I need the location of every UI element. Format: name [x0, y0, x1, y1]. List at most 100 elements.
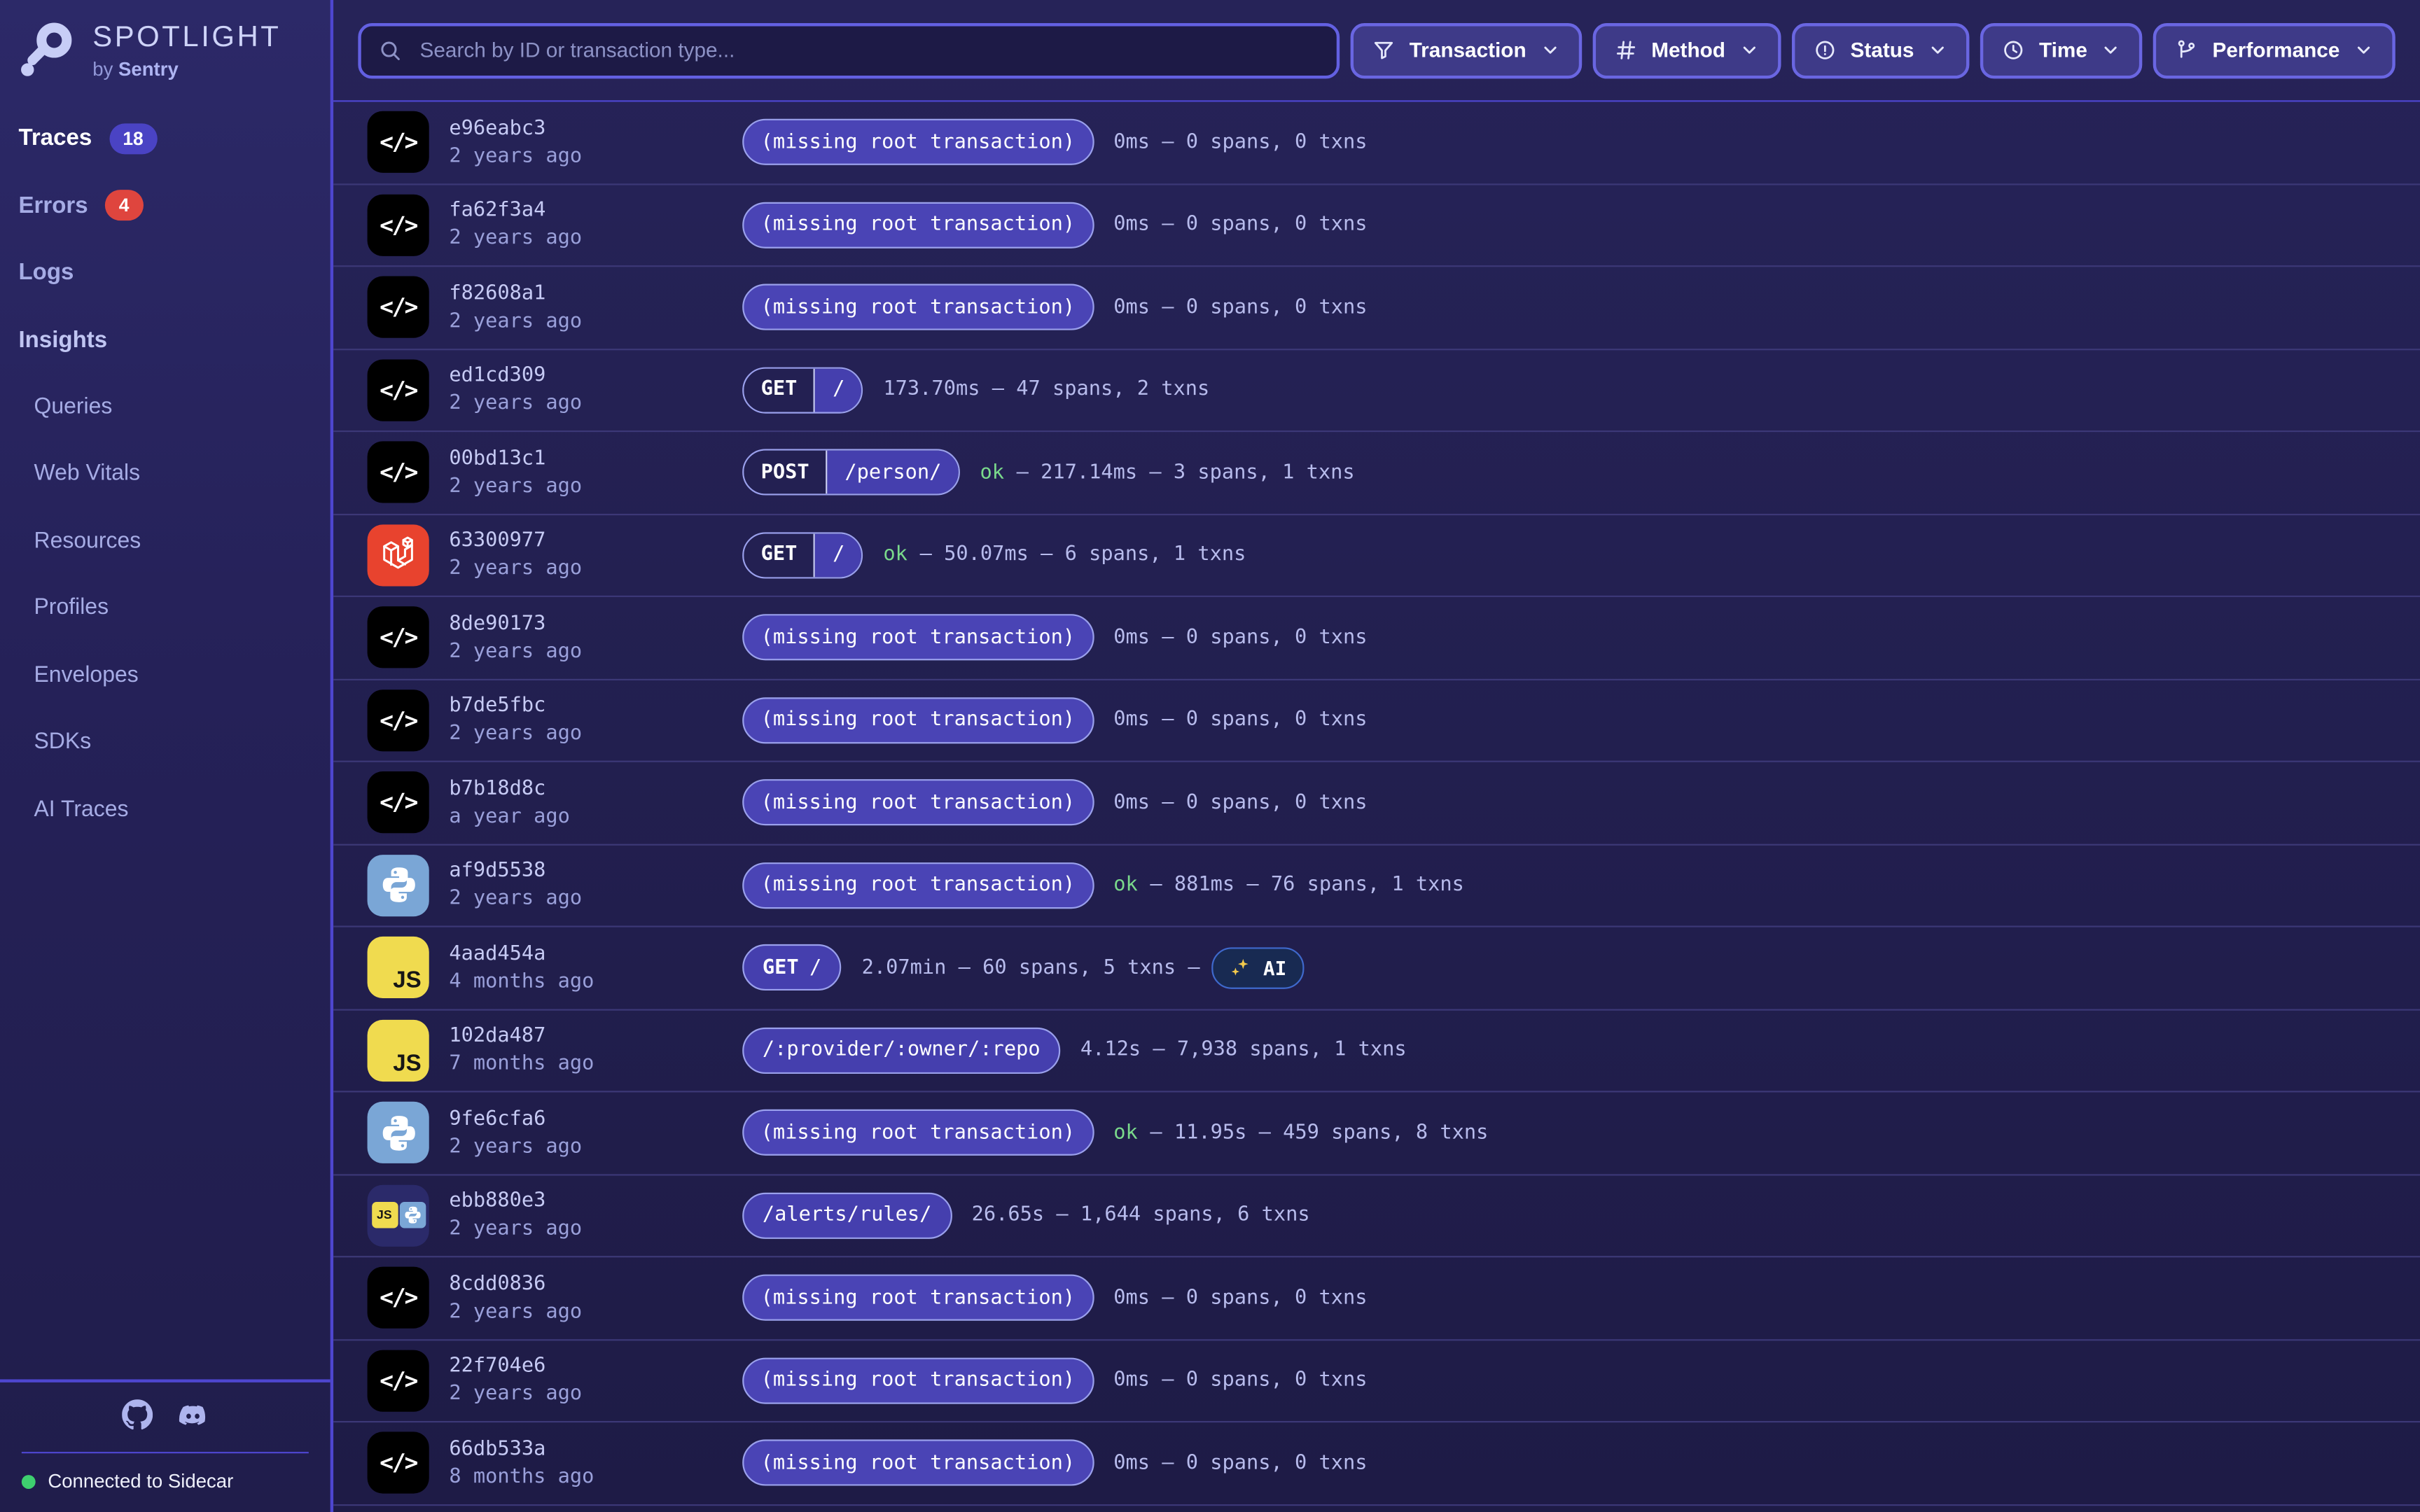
trace-stats: 0ms — 0 spans, 0 txns	[1113, 1452, 1367, 1475]
method-path-badge: POST/person/	[742, 449, 960, 496]
code-icon: </>	[368, 194, 429, 255]
sidebar-item-web-vitals[interactable]: Web Vitals	[34, 440, 330, 507]
trace-row[interactable]: </>fa62f3a42 years ago(missing root tran…	[333, 184, 2420, 267]
missing-root-badge: (missing root transaction)	[742, 697, 1093, 743]
trace-row[interactable]: 9fe6cfa62 years ago(missing root transac…	[333, 1093, 2420, 1175]
filter-method-button[interactable]: Method	[1592, 22, 1781, 78]
alert-circle-icon	[1814, 38, 1837, 62]
filter-transaction-button[interactable]: Transaction	[1351, 22, 1582, 78]
sidebar-item-profiles[interactable]: Profiles	[34, 575, 330, 642]
trace-meta: ebb880e32 years ago	[449, 1190, 742, 1241]
sidebar-subnav: Queries Web VitalsResourcesProfiles Envelo…	[0, 373, 331, 843]
trace-meta: 8de901732 years ago	[449, 612, 742, 663]
sidebar-item-envelopes[interactable]: Envelopes	[34, 642, 330, 709]
trace-row[interactable]: </>ed1cd3092 years agoGET/173.70ms — 47 …	[333, 349, 2420, 432]
method-path-badge: GET/	[742, 367, 863, 413]
topbar: Transaction Method Status Time Performance	[333, 0, 2420, 102]
trace-age: 4 months ago	[449, 970, 742, 993]
sidebar-item-sdks[interactable]: SDKs	[34, 709, 330, 776]
trace-meta: 66db533a8 months ago	[449, 1438, 742, 1489]
trace-id: af9d5538	[449, 860, 742, 883]
sidebar-item-label: Envelopes	[34, 663, 138, 687]
trace-row[interactable]: JSebb880e32 years ago/alerts/rules/26.65…	[333, 1175, 2420, 1257]
github-icon[interactable]	[122, 1399, 153, 1438]
method-path-badge: GET/	[742, 944, 842, 990]
stats-text: 0ms — 0 spans, 0 txns	[1113, 1287, 1367, 1310]
code-icon: </>	[368, 772, 429, 834]
trace-row[interactable]: JS4aad454a4 months agoGET/2.07min — 60 s…	[333, 927, 2420, 1010]
trace-age: 2 years ago	[449, 557, 742, 580]
stats-text: 0ms — 0 spans, 0 txns	[1113, 131, 1367, 154]
sidebar-item-label: Insights	[18, 327, 107, 353]
trace-id: 22f704e6	[449, 1355, 742, 1378]
trace-age: 2 years ago	[449, 1135, 742, 1158]
filter-label: Method	[1651, 38, 1725, 62]
sidecar-status: Connected to Sidecar	[0, 1453, 331, 1512]
sidebar-item-label: Traces	[18, 125, 92, 151]
trace-row[interactable]: </>22f704e62 years ago(missing root tran…	[333, 1340, 2420, 1422]
filter-status-button[interactable]: Status	[1792, 22, 1970, 78]
trace-id: 9fe6cfa6	[449, 1107, 742, 1130]
python-mini-icon	[399, 1203, 425, 1228]
trace-age: 2 years ago	[449, 1301, 742, 1324]
sidebar-item-ai-traces[interactable]: AI Traces	[34, 776, 330, 844]
trace-row[interactable]: </>f82608a12 years ago(missing root tran…	[333, 267, 2420, 349]
filter-time-button[interactable]: Time	[1980, 22, 2143, 78]
search-icon	[378, 38, 403, 62]
filter-performance-button[interactable]: Performance	[2154, 22, 2395, 78]
status-ok: ok	[980, 461, 1004, 484]
trace-meta: af9d55382 years ago	[449, 860, 742, 911]
trace-row[interactable]: </>b7b18d8ca year ago(missing root trans…	[333, 762, 2420, 845]
trace-row[interactable]: </>b7de5fbc2 years ago(missing root tran…	[333, 680, 2420, 762]
trace-row[interactable]: </>8de901732 years ago(missing root tran…	[333, 597, 2420, 680]
trace-stats: 0ms — 0 spans, 0 txns	[1113, 1369, 1367, 1392]
trace-stats: 0ms — 0 spans, 0 txns	[1113, 626, 1367, 649]
trace-id: 8cdd0836	[449, 1273, 742, 1296]
missing-root-badge: (missing root transaction)	[742, 615, 1093, 661]
sidebar-item-traces[interactable]: Traces18	[18, 105, 330, 172]
sidebar-item-errors[interactable]: Errors4	[18, 172, 330, 239]
python-icon	[368, 855, 429, 916]
method-path-badge: GET/	[742, 532, 863, 578]
trace-meta: 00bd13c12 years ago	[449, 447, 742, 498]
sidebar-item-label: Logs	[18, 260, 74, 286]
search-input[interactable]	[417, 37, 1320, 63]
trace-list: </>e96eabc32 years ago(missing root tran…	[333, 102, 2420, 1512]
trace-row[interactable]: </>00bd13c12 years agoPOST/person/ok— 21…	[333, 432, 2420, 514]
stats-text: — 50.07ms — 6 spans, 1 txns	[920, 543, 1246, 566]
code-glyph: </>	[380, 376, 417, 404]
sidebar-item-insights[interactable]: Insights	[18, 307, 330, 374]
trace-id: b7b18d8c	[449, 777, 742, 800]
trace-row[interactable]: af9d55382 years ago(missing root transac…	[333, 845, 2420, 927]
missing-root-badge: (missing root transaction)	[742, 1357, 1093, 1404]
sidebar-item-label: Errors	[18, 192, 88, 218]
stats-text: — 881ms — 76 spans, 1 txns	[1150, 874, 1464, 897]
clock-icon	[2002, 38, 2025, 62]
trace-stats: ok— 50.07ms — 6 spans, 1 txns	[883, 543, 1246, 566]
trace-row[interactable]: </>e96eabc32 years ago(missing root tran…	[333, 102, 2420, 184]
trace-stats: ok— 11.95s — 459 spans, 8 txns	[1113, 1121, 1488, 1144]
laravel-icon	[368, 524, 429, 586]
chevron-down-icon	[2353, 40, 2374, 60]
logo: SPOTLIGHT by Sentry	[0, 0, 331, 82]
method-segment: GET	[744, 368, 815, 412]
stats-text: 0ms — 0 spans, 0 txns	[1113, 214, 1367, 237]
sidebar-item-queries[interactable]: Queries	[34, 373, 330, 440]
trace-row[interactable]: 633009772 years agoGET/ok— 50.07ms — 6 s…	[333, 514, 2420, 597]
discord-icon[interactable]	[177, 1399, 208, 1438]
sidebar-item-resources[interactable]: Resources	[34, 507, 330, 575]
trace-row[interactable]: JS102da4877 months ago/:provider/:owner/…	[333, 1010, 2420, 1093]
ai-label: AI	[1263, 956, 1286, 979]
trace-row[interactable]: </>66db533a8 months ago(missing root tra…	[333, 1422, 2420, 1505]
trace-id: ebb880e3	[449, 1190, 742, 1213]
python-icon	[368, 1102, 429, 1163]
sidebar-item-logs[interactable]: Logs	[18, 239, 330, 307]
trace-stats: 4.12s — 7,938 spans, 1 txns	[1080, 1039, 1407, 1062]
sidebar-item-label: Queries	[34, 395, 112, 419]
search-bar	[358, 22, 1340, 78]
trace-id: 8de90173	[449, 612, 742, 635]
method-segment: POST	[744, 451, 828, 494]
filter-label: Time	[2039, 38, 2087, 62]
status-ok: ok	[1113, 1121, 1138, 1144]
trace-row[interactable]: </>8cdd08362 years ago(missing root tran…	[333, 1257, 2420, 1340]
